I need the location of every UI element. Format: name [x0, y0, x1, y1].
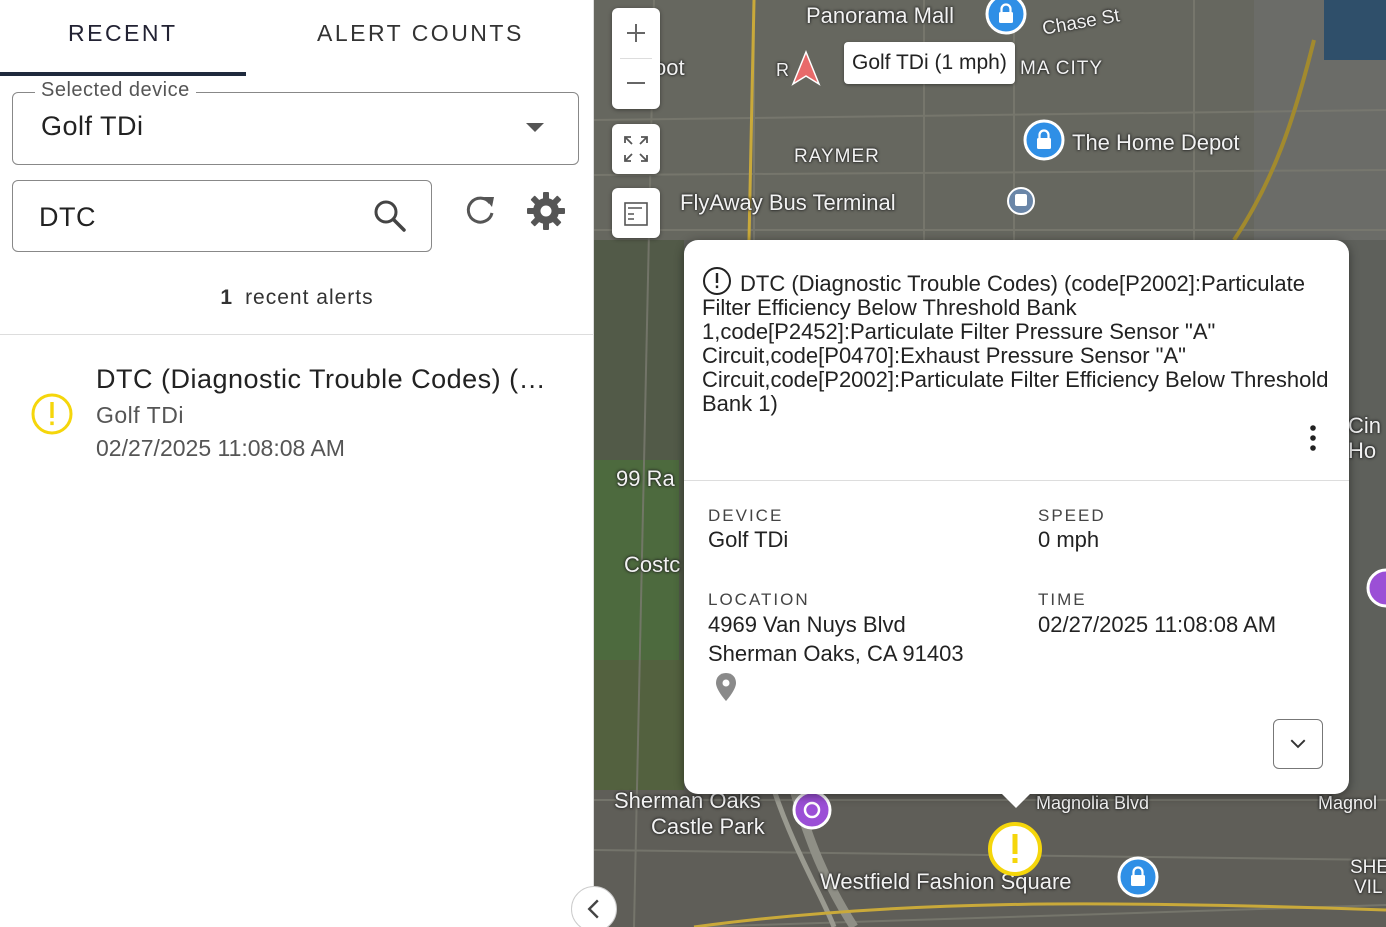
popup-tail	[1000, 792, 1032, 808]
device-map-label[interactable]: Golf TDi (1 mph)	[844, 42, 1015, 84]
lock-pin-icon[interactable]	[1022, 118, 1066, 166]
divider	[684, 480, 1349, 481]
map-label: Costc	[624, 552, 681, 577]
collapse-panel-button[interactable]	[571, 886, 617, 927]
lock-pin-icon[interactable]	[1116, 855, 1160, 903]
location-label: LOCATION	[708, 590, 810, 609]
gear-icon[interactable]	[526, 191, 566, 231]
alert-device: Golf TDi	[96, 402, 184, 428]
map-label: RAYMER	[794, 146, 880, 167]
alert-title: DTC (Diagnostic Trouble Codes) (…	[96, 364, 547, 394]
zoom-control	[612, 8, 660, 109]
location-pin-icon[interactable]	[714, 672, 738, 702]
location-line1: 4969 Van Nuys Blvd	[708, 612, 906, 637]
tab-indicator	[0, 72, 246, 76]
bus-icon	[1007, 187, 1035, 215]
map-label: Cin	[1348, 413, 1382, 438]
fullscreen-button[interactable]	[612, 124, 660, 174]
time-value: 02/27/2025 11:08:08 AM	[1038, 612, 1277, 637]
map-label: SHE	[1350, 857, 1386, 878]
search-input[interactable]	[39, 199, 359, 235]
map-label: FlyAway Bus Terminal	[680, 190, 896, 215]
search-icon[interactable]	[373, 199, 407, 233]
refresh-icon[interactable]	[462, 193, 498, 229]
divider	[0, 334, 594, 335]
alert-count: 1	[220, 286, 234, 309]
device-value: Golf TDi	[708, 527, 789, 552]
vehicle-arrow-icon[interactable]	[791, 50, 821, 86]
device-select-label: Selected device	[35, 79, 196, 102]
tab-alert-counts[interactable]: ALERT COUNTS	[317, 18, 524, 58]
map-label: The Home Depot	[1072, 130, 1240, 155]
alert-popup: DTC (Diagnostic Trouble Codes) (code[P20…	[684, 240, 1349, 808]
map-label: R	[776, 60, 789, 80]
alert-count-label: recent alerts	[245, 286, 374, 309]
alert-pin-icon[interactable]	[986, 820, 1044, 878]
popup-title-text: DTC (Diagnostic Trouble Codes) (code[P20…	[702, 271, 1329, 416]
alert-time: 02/27/2025 11:08:08 AM	[96, 435, 345, 461]
map-label: Magnol	[1318, 793, 1378, 813]
alerts-panel: RECENT ALERT COUNTS Selected device Golf…	[0, 0, 594, 927]
location-line2: Sherman Oaks, CA 91403	[708, 641, 964, 666]
chevron-down-icon[interactable]	[526, 123, 544, 132]
device-label: DEVICE	[708, 506, 784, 525]
zoom-in-button[interactable]	[612, 8, 660, 58]
map-label: 99 Ra	[616, 466, 675, 491]
alert-count-summary: 1 recent alerts	[0, 286, 594, 310]
map-label: VIL	[1354, 877, 1383, 898]
popup-title: DTC (Diagnostic Trouble Codes) (code[P20…	[702, 266, 1332, 416]
speed-label: SPEED	[1038, 506, 1106, 525]
warning-icon	[31, 393, 73, 435]
zoom-out-button[interactable]	[612, 59, 660, 109]
time-label: TIME	[1038, 590, 1087, 609]
device-select-value: Golf TDi	[41, 111, 144, 141]
map-label: Panorama Mall	[806, 3, 954, 28]
tab-bar: RECENT ALERT COUNTS	[0, 0, 594, 76]
list-item[interactable]: DTC (Diagnostic Trouble Codes) (… Golf T…	[0, 350, 594, 470]
camera-pin-icon[interactable]	[790, 788, 834, 832]
map-label: Magnolia Blvd	[1036, 793, 1150, 813]
expand-button[interactable]	[1273, 719, 1323, 769]
more-vert-icon[interactable]	[1303, 422, 1323, 454]
alert-circle-icon	[703, 267, 731, 295]
lock-pin-icon[interactable]	[984, 0, 1028, 40]
map-label: Ho	[1348, 438, 1377, 463]
map-label: MA CITY	[1020, 58, 1104, 79]
speed-value: 0 mph	[1038, 527, 1100, 552]
tab-recent[interactable]: RECENT	[68, 18, 178, 58]
map-legend-button[interactable]	[612, 188, 660, 238]
map-label: Castle Park	[651, 814, 765, 839]
camera-pin-icon[interactable]	[1364, 566, 1386, 610]
device-select[interactable]: Selected device Golf TDi	[12, 79, 579, 165]
search-box	[12, 180, 432, 252]
